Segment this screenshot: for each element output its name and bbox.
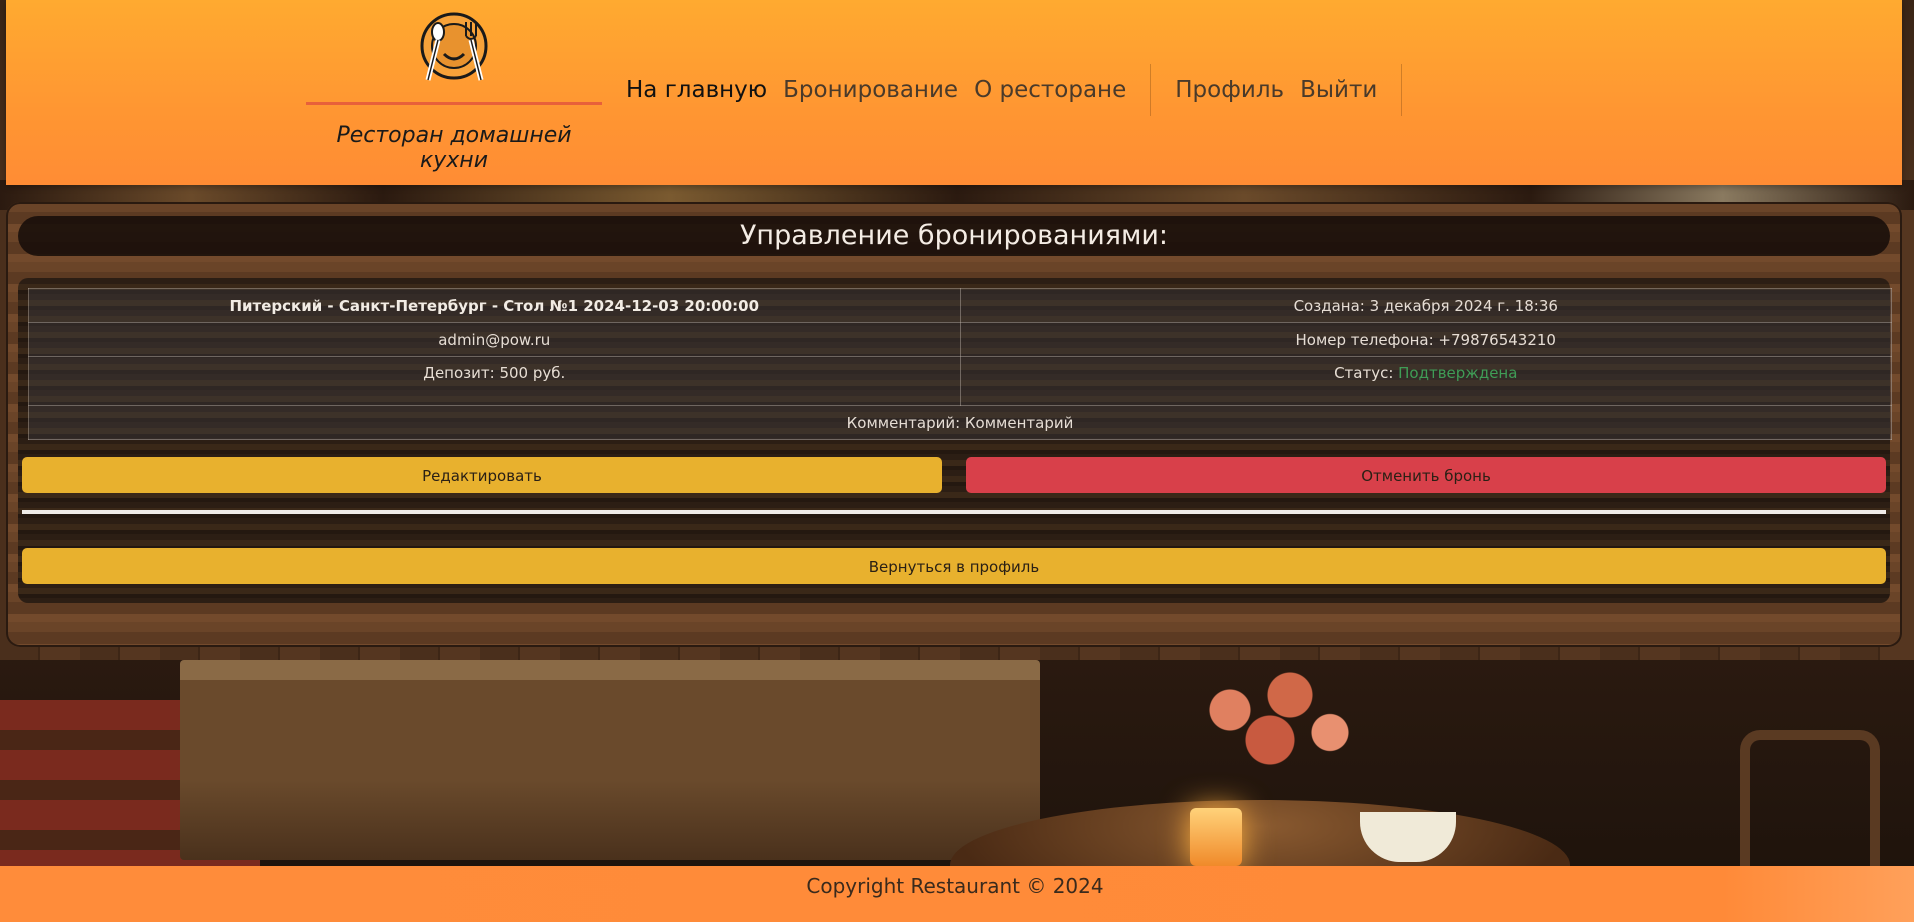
- background-flowers: [1170, 650, 1370, 800]
- status-label: Статус:: [1334, 364, 1399, 382]
- logo-block: Ресторан домашней кухни: [306, 10, 602, 173]
- cancel-reservation-button[interactable]: Отменить бронь: [966, 457, 1886, 493]
- reservation-created: Создана: 3 декабря 2024 г. 18:36: [959, 288, 1892, 323]
- reservation-status: Статус: Подтверждена: [959, 356, 1892, 406]
- site-slogan: Ресторан домашней кухни: [336, 123, 572, 173]
- reservation-email: admin@pow.ru: [28, 322, 961, 357]
- reservation-details-table: Питерский - Санкт-Петербург - Стол №1 20…: [28, 288, 1892, 440]
- nav-booking-link[interactable]: Бронирование: [783, 77, 958, 103]
- table-row: admin@pow.ru Номер телефона: +7987654321…: [28, 322, 1892, 357]
- nav-home-link[interactable]: На главную: [626, 77, 767, 103]
- reservation-comment: Комментарий: Комментарий: [28, 405, 1892, 440]
- background-table: [950, 800, 1570, 866]
- nav-about-link[interactable]: О ресторане: [974, 77, 1126, 103]
- nav-separator: [1150, 64, 1152, 116]
- nav-separator-end: [1401, 64, 1403, 116]
- table-row: Питерский - Санкт-Петербург - Стол №1 20…: [28, 288, 1892, 323]
- main-nav: На главную Бронирование О ресторане Проф…: [626, 62, 1426, 118]
- reservation-summary: Питерский - Санкт-Петербург - Стол №1 20…: [28, 288, 961, 323]
- nav-logout-link[interactable]: Выйти: [1300, 77, 1377, 103]
- table-row: Комментарий: Комментарий: [28, 405, 1892, 440]
- page-title: Управление бронированиями:: [18, 216, 1890, 256]
- site-header: Ресторан домашней кухни На главную Брони…: [6, 0, 1902, 185]
- status-badge: Подтверждена: [1398, 364, 1518, 382]
- site-footer: Copyright Restaurant © 2024: [0, 866, 1914, 922]
- background-chair: [1740, 730, 1880, 866]
- edit-reservation-button[interactable]: Редактировать: [22, 457, 942, 493]
- copyright-text: Copyright Restaurant © 2024: [806, 874, 1104, 898]
- table-row: Депозит: 500 руб. Статус: Подтверждена: [28, 356, 1892, 406]
- reservation-deposit: Депозит: 500 руб.: [28, 356, 961, 406]
- background-candle: [1190, 808, 1242, 866]
- section-divider: [22, 510, 1886, 514]
- back-to-profile-button[interactable]: Вернуться в профиль: [22, 548, 1886, 584]
- background-counter: [180, 660, 1040, 860]
- nav-profile-link[interactable]: Профиль: [1175, 77, 1284, 103]
- logo-divider: [306, 102, 602, 105]
- reservation-phone: Номер телефона: +79876543210: [959, 322, 1892, 357]
- plate-spoon-fork-icon[interactable]: [418, 10, 490, 86]
